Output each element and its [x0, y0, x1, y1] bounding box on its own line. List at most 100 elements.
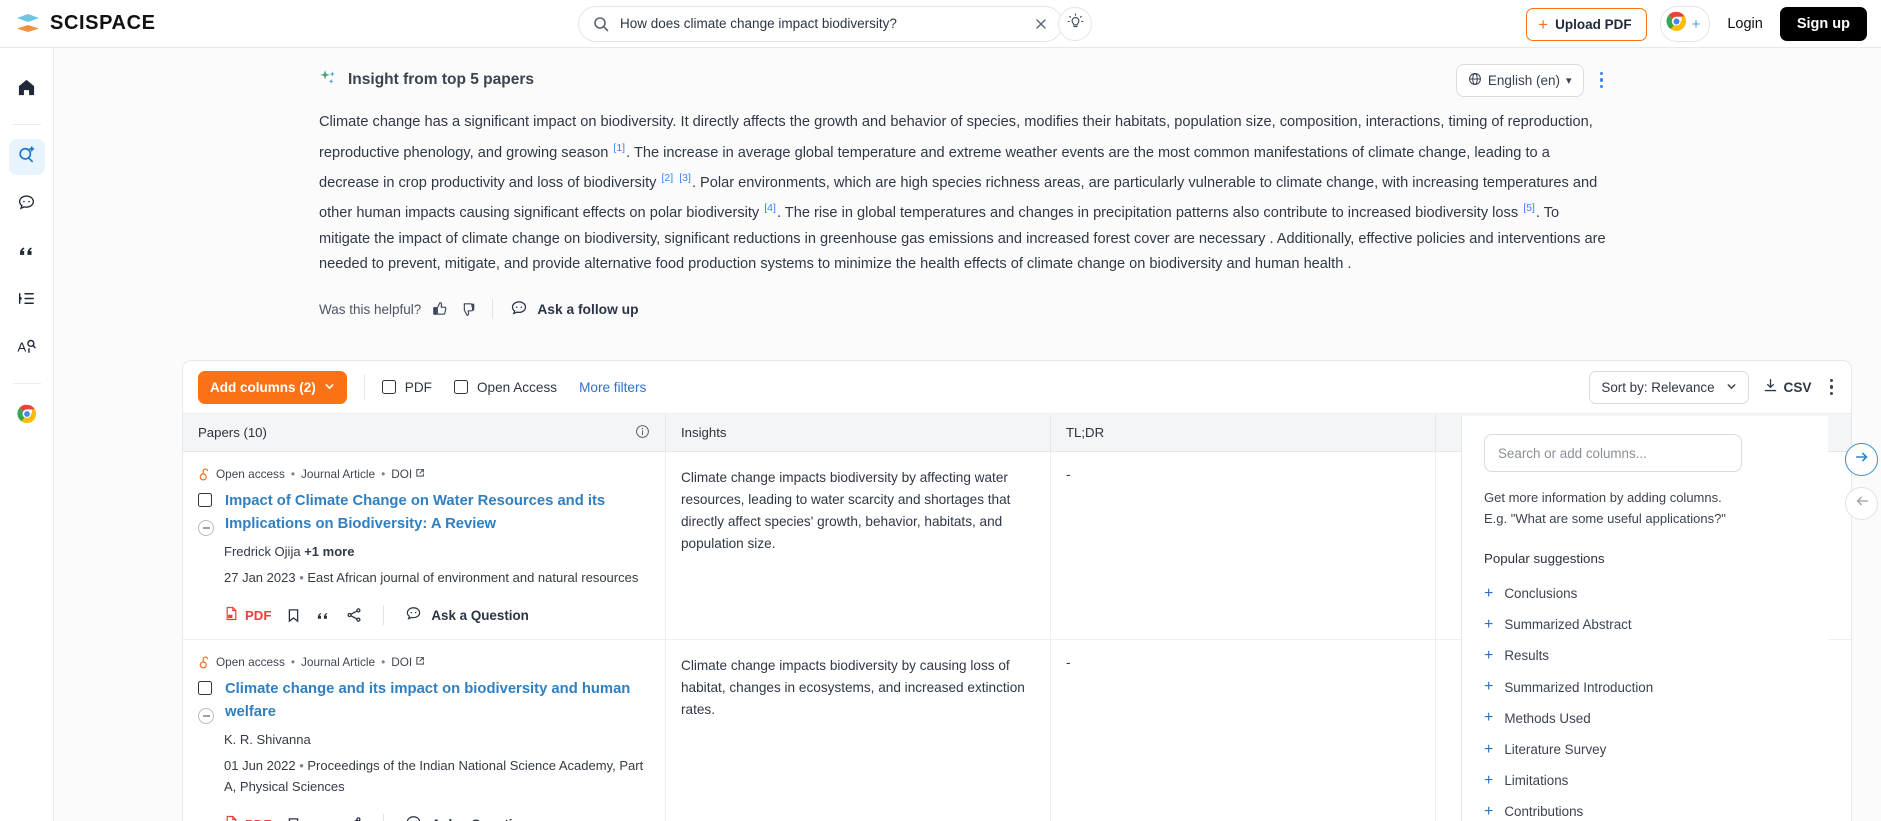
export-csv-button[interactable]: CSV	[1763, 378, 1812, 396]
paper-title[interactable]: Climate change and its impact on biodive…	[225, 678, 650, 724]
paper-checkbox[interactable]	[198, 493, 212, 507]
share-icon[interactable]	[346, 816, 362, 821]
brand-logo[interactable]: SCISPACE	[15, 11, 156, 37]
thumbs-up-icon[interactable]	[432, 301, 448, 317]
sort-select[interactable]: Sort by: Relevance	[1589, 370, 1749, 404]
suggestion-summarized-introduction[interactable]: + Summarized Introduction	[1484, 672, 1806, 703]
suggestion-methods-used[interactable]: + Methods Used	[1484, 703, 1806, 734]
citation-link[interactable]: [5]	[1522, 202, 1536, 214]
paper-title[interactable]: Impact of Climate Change on Water Resour…	[225, 490, 650, 536]
kebab-dot	[1599, 84, 1603, 89]
filter-open-access[interactable]: Open Access	[453, 379, 558, 395]
publish-date: 01 Jun 2022	[224, 758, 296, 773]
checkbox-icon[interactable]	[381, 380, 396, 394]
sidebar-item-home[interactable]	[9, 72, 45, 108]
thumbs-down-icon[interactable]	[459, 301, 475, 317]
help-line-1: Get more information by adding columns.	[1484, 490, 1722, 505]
filter-open-access-label: Open Access	[476, 379, 558, 395]
doi-link[interactable]: DOI	[391, 655, 425, 669]
quote-icon	[17, 241, 36, 265]
panel-forward-button[interactable]	[1845, 443, 1878, 476]
search-input[interactable]: How does climate change impact biodivers…	[620, 17, 1034, 31]
doi-link[interactable]: DOI	[391, 467, 425, 481]
download-icon	[1763, 378, 1778, 396]
suggestion-limitations[interactable]: + Limitations	[1484, 765, 1806, 796]
suggestion-label: Results	[1504, 648, 1549, 664]
quote-icon[interactable]	[316, 608, 331, 623]
sidebar-item-chrome-extension[interactable]	[9, 398, 45, 434]
paper-cell: Open access • Journal Article • DOI	[183, 640, 666, 821]
suggestion-summarized-abstract[interactable]: + Summarized Abstract	[1484, 609, 1806, 640]
paper-publication-info: 27 Jan 2023 • East African journal of en…	[198, 567, 650, 588]
sidebar-item-literature-review[interactable]	[9, 283, 45, 319]
type-label: Journal Article	[301, 655, 376, 669]
main-content: Insight from top 5 papers English (en) ▾	[54, 48, 1881, 821]
citation-link[interactable]: [1]	[612, 142, 626, 154]
svg-text:A: A	[17, 340, 26, 355]
sidebar-item-search[interactable]	[8, 139, 45, 175]
paper-actions: PDF	[198, 605, 650, 625]
more-authors[interactable]: +1 more	[304, 544, 354, 559]
paper-checkbox[interactable]	[198, 681, 212, 695]
help-line-2: E.g. "What are some useful applications?…	[1484, 511, 1726, 526]
checkbox-icon[interactable]	[453, 380, 468, 394]
insight-paragraph: Climate change has a significant impact …	[319, 110, 1609, 278]
ask-question-label: Ask a Question	[431, 607, 529, 623]
panel-back-button[interactable]	[1845, 487, 1878, 520]
arrow-left-icon	[1854, 493, 1870, 514]
sidebar-item-ai-writer[interactable]: A	[9, 331, 45, 367]
close-icon[interactable]	[1034, 17, 1048, 31]
signup-button[interactable]: Sign up	[1779, 7, 1867, 41]
insight-lightbulb-button[interactable]	[1058, 7, 1092, 41]
bookmark-icon[interactable]	[286, 817, 301, 821]
ask-follow-up-button[interactable]: Ask a follow up	[510, 299, 639, 320]
upload-pdf-label: Upload PDF	[1555, 16, 1632, 32]
insight-kebab-menu[interactable]	[1594, 66, 1610, 95]
ask-question-button[interactable]: Ask a Question	[405, 605, 529, 625]
collapse-icon[interactable]	[198, 708, 214, 724]
suggestion-literature-survey[interactable]: + Literature Survey	[1484, 734, 1806, 765]
paper-cell: Open access • Journal Article • DOI	[183, 452, 666, 639]
search-plus-icon	[17, 145, 36, 169]
chrome-extension-button[interactable]: +	[1659, 6, 1711, 42]
plus-icon: +	[1484, 584, 1494, 602]
login-button[interactable]: Login	[1723, 16, 1766, 32]
divider	[363, 374, 365, 400]
citation-link[interactable]: [3]	[678, 172, 692, 184]
suggestion-conclusions[interactable]: + Conclusions	[1484, 578, 1806, 609]
separator: •	[381, 655, 386, 669]
search-bar[interactable]: How does climate change impact biodivers…	[578, 6, 1063, 42]
plus-icon: +	[1484, 771, 1494, 789]
add-columns-button[interactable]: Add columns (2)	[198, 370, 347, 404]
upload-pdf-button[interactable]: + Upload PDF	[1526, 7, 1647, 41]
results-kebab-menu[interactable]	[1826, 373, 1838, 402]
pdf-button[interactable]: PDF	[224, 606, 271, 624]
access-label: Open access	[216, 467, 285, 481]
pdf-button[interactable]: PDF	[224, 815, 271, 821]
divider	[12, 124, 41, 125]
ask-question-button[interactable]: Ask a Question	[405, 814, 529, 821]
suggestion-contributions[interactable]: + Contributions	[1484, 796, 1806, 821]
paper-meta: Open access • Journal Article • DOI	[198, 467, 650, 481]
tldr-cell: -	[1051, 452, 1436, 639]
column-search-input[interactable]: Search or add columns...	[1484, 434, 1742, 472]
suggestion-results[interactable]: + Results	[1484, 640, 1806, 671]
plus-icon: +	[1484, 615, 1494, 633]
filter-pdf[interactable]: PDF	[381, 380, 432, 395]
info-icon[interactable]	[635, 424, 650, 442]
quote-icon[interactable]	[316, 817, 331, 821]
insight-header: Insight from top 5 papers English (en) ▾	[319, 58, 1609, 102]
more-filters-button[interactable]: More filters	[579, 380, 646, 395]
bookmark-icon[interactable]	[286, 608, 301, 623]
citation-link[interactable]: [2]	[661, 172, 675, 184]
globe-icon	[1468, 72, 1482, 89]
sort-label: Sort by: Relevance	[1601, 379, 1715, 395]
sidebar-item-citations[interactable]	[9, 235, 45, 271]
collapse-icon[interactable]	[198, 520, 214, 536]
language-selector[interactable]: English (en) ▾	[1455, 63, 1584, 97]
share-icon[interactable]	[346, 607, 362, 623]
sidebar-item-chat[interactable]	[9, 187, 45, 223]
plus-icon: +	[1484, 646, 1494, 664]
citation-link[interactable]: [4]	[763, 202, 777, 214]
separator: •	[290, 655, 295, 669]
